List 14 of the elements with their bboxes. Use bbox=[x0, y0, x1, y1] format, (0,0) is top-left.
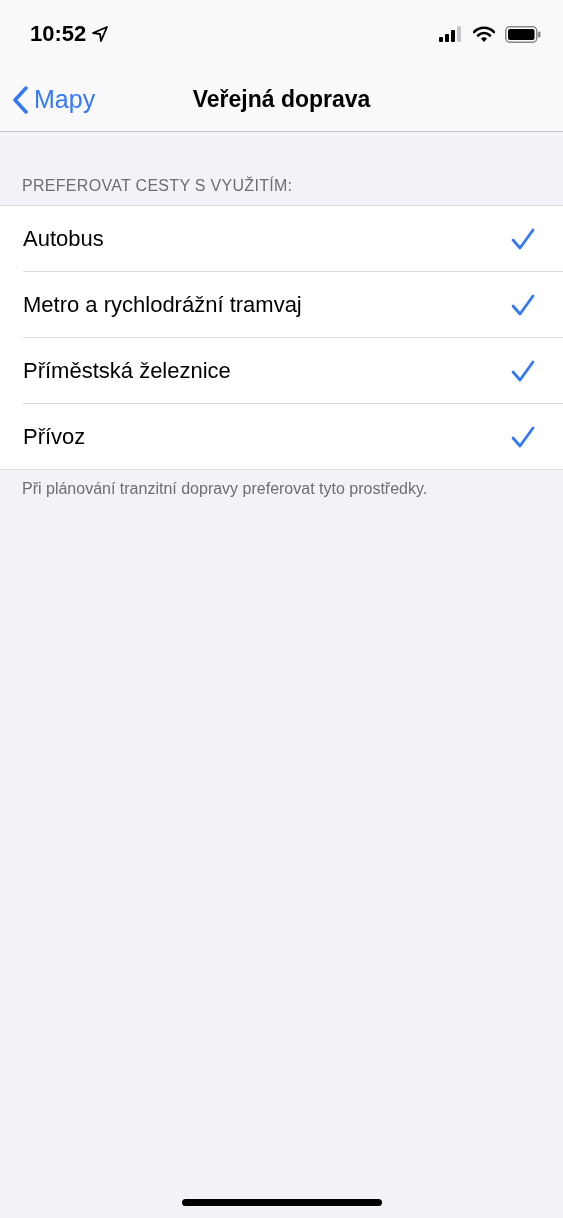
wifi-icon bbox=[473, 26, 495, 42]
location-arrow-icon bbox=[92, 26, 109, 42]
option-label[interactable]: Metro a rychlodrážní tramvaj bbox=[23, 291, 302, 318]
signal-icon bbox=[439, 26, 463, 42]
section-header: PREFEROVAT CESTY S VYUŽITÍM: bbox=[21, 175, 294, 196]
option-label[interactable]: Autobus bbox=[23, 225, 104, 252]
status-time: 10:52 bbox=[30, 21, 87, 47]
section-footer: Při plánování tranzitní dopravy preferovat tyto prostředky. bbox=[0, 470, 563, 508]
back-button[interactable]: Mapy bbox=[0, 85, 96, 114]
back-chevron-icon bbox=[12, 85, 28, 114]
option-label[interactable]: Příměstská železnice bbox=[23, 357, 231, 384]
battery-icon bbox=[505, 25, 541, 43]
page-title: Veřejná doprava bbox=[192, 86, 371, 113]
option-label[interactable]: Přívoz bbox=[23, 423, 86, 450]
